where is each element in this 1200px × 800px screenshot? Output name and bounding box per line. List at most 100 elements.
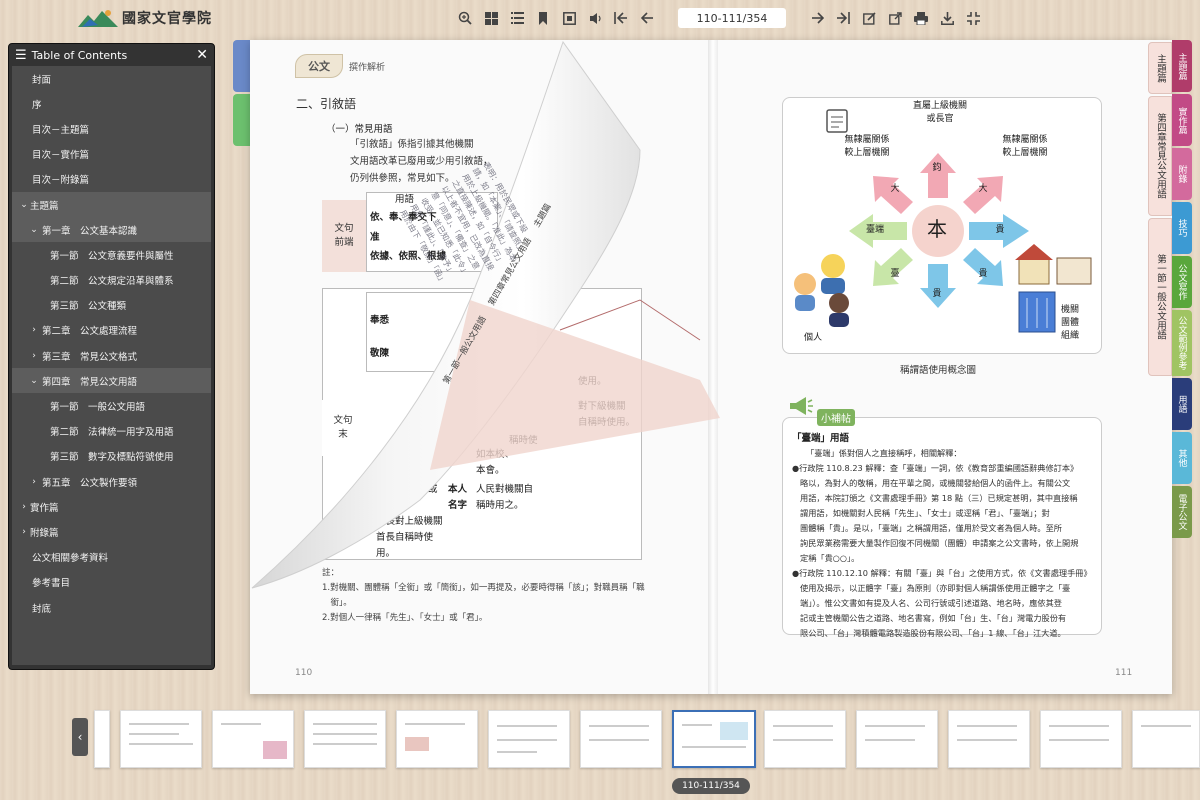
toc-item-chapter1[interactable]: ⌄ 第一章 公文基本認識	[12, 217, 211, 243]
chevron-down-icon[interactable]: ⌄	[28, 225, 40, 235]
bookmark-icon[interactable]	[530, 6, 556, 30]
tip-line: ●行政院 110.12.10 解釋：有關「臺」與「台」之使用方式，依《文書處理手…	[792, 568, 1092, 578]
toc-item-ch4-sec3[interactable]: 第三節 數字及標點符號使用	[12, 444, 211, 469]
thumbnail[interactable]	[580, 710, 662, 768]
toc-item-contents-practice[interactable]: 目次－實作篇	[12, 142, 211, 167]
section-badge: 公文	[295, 54, 343, 78]
toc-item-ch1-sec2[interactable]: 第二節 公文規定沿革與體系	[12, 268, 211, 293]
toc-item-bibliography[interactable]: 參考書目	[12, 570, 211, 595]
thumbnail[interactable]	[948, 710, 1030, 768]
index-tab[interactable]: 其他	[1172, 432, 1192, 484]
toc-item-chapter4[interactable]: ⌄ 第四章 常見公文用語	[12, 368, 211, 394]
print-icon[interactable]	[908, 6, 934, 30]
footnote: 2.對個人一律稱「先生」、「女士」或「君」。	[322, 613, 488, 623]
bottom-page-indicator[interactable]: 110-111/354	[672, 778, 750, 794]
table-cell: 使用。	[578, 376, 607, 387]
toc-item-chapter2[interactable]: › 第二章 公文處理流程	[12, 318, 211, 343]
chevron-down-icon[interactable]: ⌄	[28, 376, 40, 386]
toc-item-label: 主題篇	[30, 200, 59, 212]
download-icon[interactable]	[934, 6, 960, 30]
index-tab[interactable]: 主題篇	[1172, 40, 1192, 92]
thumbnail[interactable]	[94, 710, 110, 768]
chevron-right-icon[interactable]: ›	[28, 325, 40, 335]
page-indicator-input[interactable]: 110-111/354	[678, 8, 786, 28]
chevron-right-icon[interactable]: ›	[28, 477, 40, 487]
toc-item-contents-theme[interactable]: 目次－主題篇	[12, 116, 211, 141]
app-logo[interactable]: 國家文官學院	[78, 6, 212, 30]
thumbnail[interactable]	[304, 710, 386, 768]
close-icon[interactable]: ✕	[196, 47, 208, 63]
thumbnail[interactable]	[396, 710, 478, 768]
toc-item-contents-appendix[interactable]: 目次－附錄篇	[12, 167, 211, 192]
section-badge-sub: 撰作解析	[349, 62, 386, 73]
chapter-tab[interactable]: 第四章常見公文用語	[1148, 96, 1172, 216]
thumbnail[interactable]	[1132, 710, 1200, 768]
toc-item-appendix[interactable]: › 附錄篇	[12, 519, 211, 544]
toc-item-chapter5[interactable]: › 第五章 公文製作要領	[12, 469, 211, 494]
index-tab[interactable]: 電子公文	[1172, 486, 1192, 538]
fullscreen-icon[interactable]	[960, 6, 986, 30]
thumbnail[interactable]	[1040, 710, 1122, 768]
left-tab-2[interactable]	[233, 94, 251, 146]
toolbar: 110-111/354	[452, 6, 986, 30]
thumbnail[interactable]	[856, 710, 938, 768]
toc-item-preface[interactable]: 序	[12, 91, 211, 116]
zoom-in-icon[interactable]	[452, 6, 478, 30]
share-icon[interactable]	[882, 6, 908, 30]
toc-item-ch1-sec3[interactable]: 第三節 公文種類	[12, 293, 211, 318]
audio-icon[interactable]	[582, 6, 608, 30]
index-tab[interactable]: 用語	[1172, 378, 1192, 430]
diagram-arrow-label: 貴	[995, 225, 1005, 235]
diagram-org-label: 機關 團體 組織	[1058, 304, 1082, 343]
toc-item-label: 實作篇	[30, 502, 59, 514]
chevron-right-icon[interactable]: ›	[28, 351, 40, 361]
thumbnails-prev-button[interactable]: ‹	[72, 718, 88, 756]
thumbnail[interactable]	[764, 710, 846, 768]
index-tab[interactable]: 公文寫作	[1172, 256, 1192, 308]
chevron-down-icon[interactable]: ⌄	[18, 200, 30, 210]
diagram-arrow-label: 大	[978, 184, 988, 194]
toc-item-references-docs[interactable]: 公文相關參考資料	[12, 545, 211, 570]
chevron-right-icon[interactable]: ›	[18, 502, 30, 512]
next-page-icon[interactable]	[804, 6, 830, 30]
note-icon[interactable]	[556, 6, 582, 30]
table-cell: 本會。	[476, 465, 505, 476]
toc-item-cover[interactable]: 封面	[12, 66, 211, 91]
index-tab[interactable]: 公文範例參考	[1172, 310, 1192, 376]
toc-item-back-cover[interactable]: 封底	[12, 595, 211, 620]
toc-item-label: 第五章 公文製作要領	[42, 477, 138, 489]
chapter-tab[interactable]: 主題篇	[1148, 42, 1172, 94]
thumbnail[interactable]	[212, 710, 294, 768]
thumbnail[interactable]	[488, 710, 570, 768]
thumbnail-active[interactable]	[672, 710, 756, 768]
chapter-tab[interactable]: 第一節一般公文用語	[1148, 218, 1172, 376]
table-cell: 各機關	[376, 500, 405, 511]
index-tab[interactable]: 實作篇	[1172, 94, 1192, 146]
prev-page-icon[interactable]	[634, 6, 660, 30]
thumbnail[interactable]	[120, 710, 202, 768]
toc-item-chapter3[interactable]: › 第三章 常見公文格式	[12, 343, 211, 368]
toc-item-practice[interactable]: › 實作篇	[12, 494, 211, 519]
tip-line: 謂用語，如機關對人民稱「先生」、「女士」或逕稱「君」、「臺端」；對	[800, 508, 1050, 518]
tip-line: ●行政院 110.8.23 解釋：查「臺端」一詞，依《教育部重編國語辭典修訂本》	[792, 463, 1079, 473]
toc-item-ch1-sec1[interactable]: 第一節 公文意義要件與屬性	[12, 242, 211, 267]
thumbnails-icon[interactable]	[478, 6, 504, 30]
first-page-icon[interactable]	[608, 6, 634, 30]
toc-item-ch4-sec2[interactable]: 第二節 法律統一用字及用語	[12, 419, 211, 444]
toc-list-icon: ☰	[15, 47, 27, 63]
diagram-arrow-label: 貴	[978, 269, 988, 279]
diagram-arrow-label: 大	[890, 184, 900, 194]
toc-icon[interactable]	[504, 6, 530, 30]
index-tab[interactable]: 附錄	[1172, 148, 1192, 200]
tip-line: 記或主管機關公告之道路、地名書寫，例如「台」生、「台」灣電力股份有	[800, 613, 1067, 623]
chevron-right-icon[interactable]: ›	[18, 527, 30, 537]
toc-item-label: 第二節 法律統一用字及用語	[50, 427, 174, 439]
toc-item-ch4-sec1[interactable]: 第一節 一般公文用語	[12, 393, 211, 418]
last-page-icon[interactable]	[830, 6, 856, 30]
toc-item-theme[interactable]: ⌄ 主題篇	[12, 191, 211, 218]
index-tab[interactable]: 技巧	[1172, 202, 1192, 254]
edit-icon[interactable]	[856, 6, 882, 30]
diagram-arrow-label: 臺	[890, 269, 900, 279]
left-tab-1[interactable]	[233, 40, 251, 92]
table-cell: 首長對上級機關	[376, 516, 443, 527]
